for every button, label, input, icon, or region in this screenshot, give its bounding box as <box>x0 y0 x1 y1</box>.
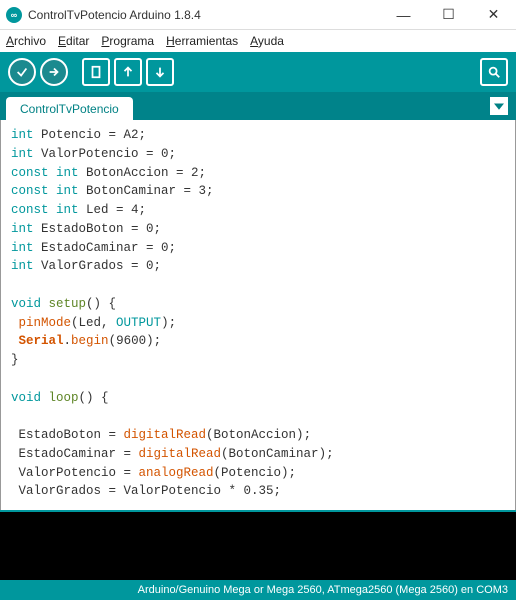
new-button[interactable] <box>82 58 110 86</box>
chevron-down-icon <box>494 101 504 111</box>
menu-herramientas[interactable]: Herramientas <box>166 34 238 48</box>
titlebar: ∞ ControlTvPotencio Arduino 1.8.4 — ☐ ✕ <box>0 0 516 30</box>
close-button[interactable]: ✕ <box>471 0 516 30</box>
menu-programa[interactable]: Programa <box>101 34 154 48</box>
arrow-down-icon <box>153 65 167 79</box>
arrow-up-icon <box>121 65 135 79</box>
menu-editar[interactable]: Editar <box>58 34 89 48</box>
menu-archivo[interactable]: Archivo <box>6 34 46 48</box>
verify-button[interactable] <box>8 58 36 86</box>
tab-menu-button[interactable] <box>490 97 508 115</box>
file-icon <box>89 65 103 79</box>
window-controls: — ☐ ✕ <box>381 0 516 30</box>
output-console[interactable] <box>0 510 516 580</box>
upload-button[interactable] <box>40 58 68 86</box>
code-editor[interactable]: int Potencio = A2; int ValorPotencio = 0… <box>0 120 516 510</box>
window-title: ControlTvPotencio Arduino 1.8.4 <box>28 8 381 22</box>
board-status-text: Arduino/Genuino Mega or Mega 2560, ATmeg… <box>138 584 508 596</box>
tab-active[interactable]: ControlTvPotencio <box>6 97 133 120</box>
arduino-logo-icon: ∞ <box>6 7 22 23</box>
magnifier-icon <box>487 65 501 79</box>
open-button[interactable] <box>114 58 142 86</box>
check-icon <box>15 65 29 79</box>
maximize-button[interactable]: ☐ <box>426 0 471 30</box>
save-button[interactable] <box>146 58 174 86</box>
toolbar <box>0 52 516 92</box>
minimize-button[interactable]: — <box>381 0 426 30</box>
tab-label: ControlTvPotencio <box>20 102 119 116</box>
serial-monitor-button[interactable] <box>480 58 508 86</box>
menu-ayuda[interactable]: Ayuda <box>250 34 284 48</box>
menubar: Archivo Editar Programa Herramientas Ayu… <box>0 30 516 52</box>
tabbar: ControlTvPotencio <box>0 92 516 120</box>
arrow-right-icon <box>47 65 61 79</box>
statusbar: Arduino/Genuino Mega or Mega 2560, ATmeg… <box>0 580 516 600</box>
